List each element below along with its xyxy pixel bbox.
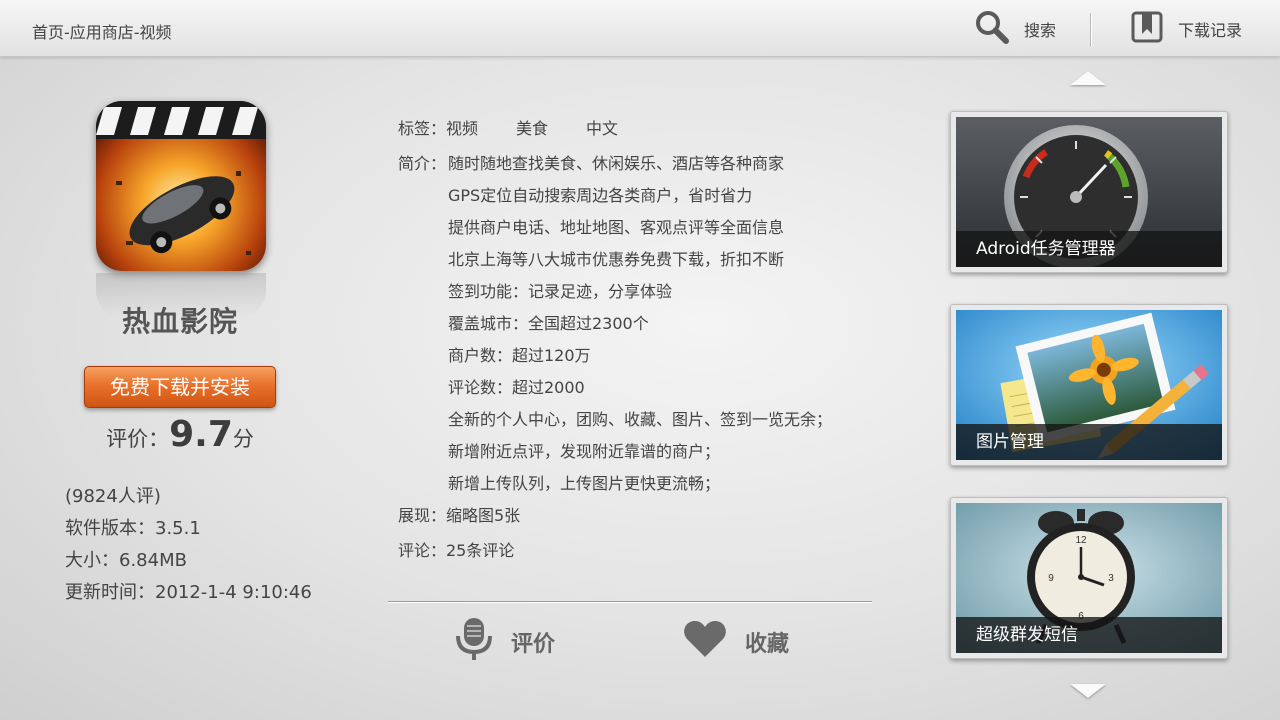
search-button[interactable]: 搜索 [974,10,1056,48]
breadcrumb[interactable]: 首页-应用商店-视频 [32,19,172,43]
tag-item[interactable]: 视频 [446,115,478,139]
related-app-title: 图片管理 [956,424,1222,460]
top-bar: 首页-应用商店-视频 搜索 下载记录 [0,0,1280,57]
favorite-button[interactable]: 收藏 [683,618,789,666]
app-icon [96,101,266,271]
intro-line: 评论数：超过2000 [448,378,585,397]
related-app-card[interactable]: 图片管理 [950,304,1228,466]
install-button[interactable]: 免费下载并安装 [84,366,276,408]
svg-text:9: 9 [1048,573,1054,584]
intro-line: 新增上传队列，上传图片更快更流畅； [448,474,721,493]
rate-label: 评价 [511,632,556,657]
intro-line: 全新的个人中心，团购、收藏、图片、签到一览无余； [448,410,833,429]
tag-item[interactable]: 中文 [586,115,618,139]
svg-text:12: 12 [1075,535,1087,546]
rating-unit: 分 [232,427,254,451]
toolbar-divider [1090,13,1091,47]
related-app-title: Adroid任务管理器 [956,231,1222,267]
rating-label: 评价： [106,427,170,451]
intro-line: 商户数：超过120万 [448,346,591,365]
clapperboard-car-icon [96,101,266,271]
intro-label: 简介： [398,154,447,173]
related-app-title: 超级群发短信 [956,617,1222,653]
search-icon [974,9,1010,49]
intro-line: 新增附近点评，发现附近靠谱的商户； [448,442,721,461]
update-time: 更新时间：2012-1-4 9:10:46 [65,582,312,603]
intro-line: 签到功能：记录足迹，分享体验 [448,282,673,301]
download-history-button[interactable]: 下载记录 [1130,10,1242,48]
tag-item[interactable]: 美食 [516,115,548,139]
divider [388,601,872,602]
bookmark-icon [1130,10,1164,48]
heart-icon [683,619,727,665]
intro-line: 北京上海等八大城市优惠券免费下载，折扣不断 [448,250,785,269]
tag-list: 标签： 视频 美食 中文 [398,115,656,139]
download-history-label: 下载记录 [1178,21,1243,40]
favorite-label: 收藏 [745,632,790,657]
scroll-up-arrow-icon[interactable] [1070,71,1106,85]
related-app-card[interactable]: 12 3 6 9 超级群发短信 [950,497,1228,659]
intro-line: 覆盖城市：全国超过2300个 [448,314,649,333]
reviews-count: (9824人评) [65,486,161,507]
rating: 评价：9.7分 [84,414,276,455]
app-name: 热血影院 [121,305,238,338]
app-size: 大小：6.84MB [65,550,187,571]
intro-line: GPS定位自动搜索周边各类商户，省时省力 [448,186,753,205]
screenshots-link[interactable]: 展现：缩略图5张 [398,502,520,526]
svg-text:3: 3 [1108,573,1114,584]
rating-value: 9.7 [169,414,233,455]
comments-link[interactable]: 评论：25条评论 [398,537,514,561]
rate-button[interactable]: 评价 [455,618,555,666]
tags-label: 标签： [398,119,447,138]
search-label: 搜索 [1024,21,1057,40]
scroll-down-arrow-icon[interactable] [1070,684,1106,698]
app-version: 软件版本：3.5.1 [65,518,201,539]
intro-line: 随时随地查找美食、休闲娱乐、酒店等各种商家 [448,154,785,173]
microphone-icon [455,616,493,668]
intro-line: 提供商户电话、地址地图、客观点评等全面信息 [448,218,785,237]
related-app-card[interactable]: Adroid任务管理器 [950,111,1228,273]
